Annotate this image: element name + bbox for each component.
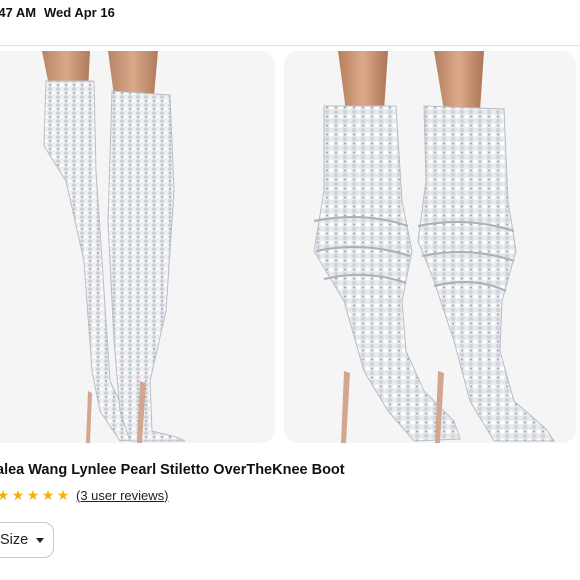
star-icon: ★ xyxy=(11,486,25,503)
product-image-gallery xyxy=(0,51,580,443)
star-icon: ★ xyxy=(41,486,55,503)
product-photo-slouch[interactable] xyxy=(284,51,576,443)
status-date: Wed Apr 16 xyxy=(44,5,115,20)
boot-photo-slouched-image xyxy=(313,51,555,443)
size-dropdown-label: Size xyxy=(0,532,29,548)
boot-photo-straight-image xyxy=(42,51,186,443)
caret-down-icon xyxy=(36,537,45,543)
size-dropdown[interactable]: Size xyxy=(0,522,54,558)
product-title: alea Wang Lynlee Pearl Stiletto OverTheK… xyxy=(0,462,345,478)
star-icon: ★ xyxy=(0,486,10,503)
star-icon: ★ xyxy=(26,486,40,503)
status-time: :47 AM xyxy=(0,5,37,20)
status-bar: :47 AM Wed Apr 16 xyxy=(0,0,580,36)
header-divider xyxy=(0,45,580,46)
product-photo-front[interactable] xyxy=(0,51,275,443)
star-rating: ★ ★ ★ ★ ★ xyxy=(0,487,70,504)
rating-row: ★ ★ ★ ★ ★ (3 user reviews) xyxy=(0,486,168,504)
star-icon: ★ xyxy=(56,486,70,503)
user-reviews-link[interactable]: (3 user reviews) xyxy=(76,488,168,503)
